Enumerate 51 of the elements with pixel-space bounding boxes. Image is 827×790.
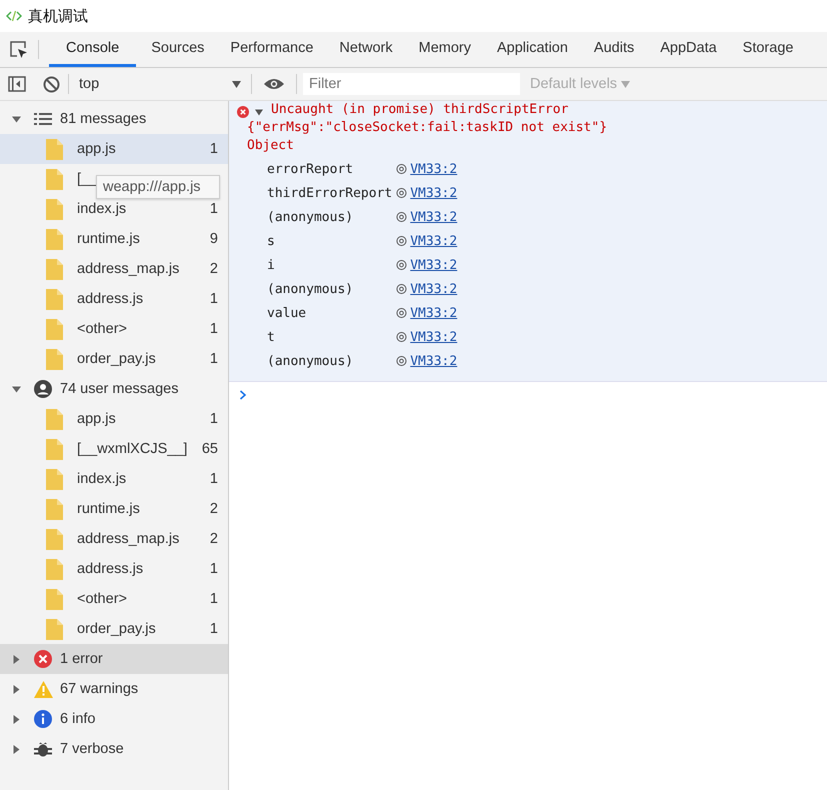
file-name: address_map.js: [77, 261, 180, 277]
file-name: index.js: [77, 471, 128, 487]
file-name: index.js: [77, 201, 128, 217]
message-count: 1: [210, 561, 218, 577]
stack-function: (anonymous): [267, 352, 354, 370]
message-count: 1: [210, 411, 218, 427]
file-name: runtime.js: [77, 231, 141, 247]
group-label: 67 warnings: [60, 681, 138, 697]
stack-function: t: [267, 328, 276, 346]
message-count: 1: [210, 471, 218, 487]
file-name: app.js: [77, 411, 117, 427]
message-count: 1: [210, 321, 218, 337]
stack-function: thirdErrorReport: [267, 184, 394, 202]
stack-function: errorReport: [267, 160, 354, 178]
message-count: 1: [210, 621, 218, 637]
file-name: address.js: [77, 291, 144, 307]
file-name: <other>: [77, 321, 128, 337]
file-name: <other>: [77, 591, 128, 607]
message-text: Object: [247, 138, 294, 152]
message-text: {"errMsg":"closeSocket:fail:taskID not exist"}: [247, 120, 608, 134]
stack-function: (anonymous): [267, 208, 354, 226]
group-label: 6 info: [60, 711, 96, 727]
file-name: order_pay.js: [77, 351, 157, 367]
message-count: 2: [210, 531, 218, 547]
message-count: 1: [210, 141, 218, 157]
group-label: 7 verbose: [60, 741, 124, 757]
stack-function: (anonymous): [267, 280, 354, 298]
file-name: order_pay.js: [77, 621, 157, 637]
window-title: 真机调试: [28, 6, 88, 26]
message-count: 9: [210, 231, 218, 247]
stack-function: value: [267, 304, 308, 322]
file-name: [__: [77, 171, 98, 187]
stack-function: i: [267, 256, 276, 274]
message-count: 1: [210, 201, 218, 217]
file-name: app.js: [77, 141, 117, 157]
message-count: 2: [210, 501, 218, 517]
stack-function: s: [267, 232, 276, 250]
tooltip: weapp:///app.js: [96, 175, 220, 199]
message-count: 1: [210, 291, 218, 307]
group-label: 81 messages: [60, 111, 146, 127]
message-count: 2: [210, 261, 218, 277]
message-count: 65: [202, 441, 218, 457]
file-name: address.js: [77, 561, 144, 577]
file-name: [__wxmlXCJS__]: [77, 441, 188, 457]
file-name: address_map.js: [77, 531, 180, 547]
message-count: 1: [210, 351, 218, 367]
group-label: 74 user messages: [60, 381, 178, 397]
file-name: runtime.js: [77, 501, 141, 517]
message-text: Uncaught (in promise) thirdScriptError: [271, 102, 568, 116]
message-count: 1: [210, 591, 218, 607]
group-label: 1 error: [60, 651, 103, 667]
